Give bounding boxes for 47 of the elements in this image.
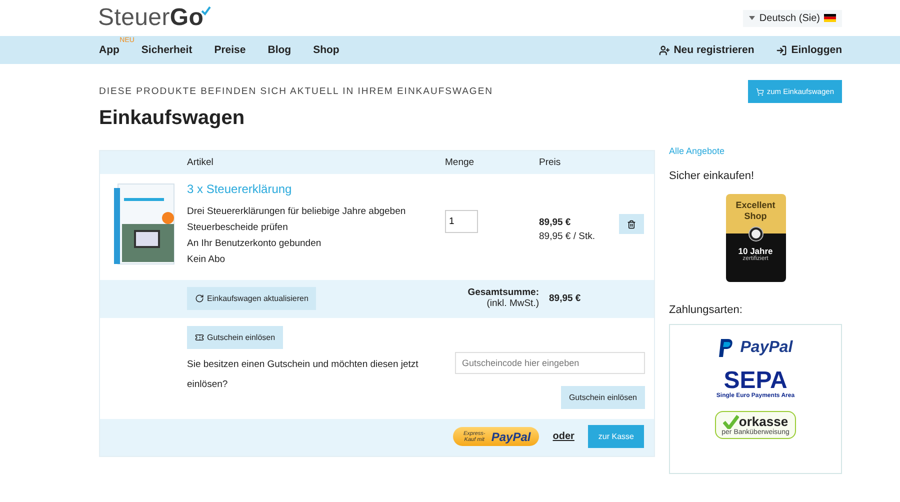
paypal-p-icon [718, 339, 734, 357]
column-header: Artikel [187, 157, 214, 168]
voucher-code-field[interactable]: Gutscheincode hier eingeben [455, 352, 645, 374]
flag-icon [824, 14, 836, 22]
quantity-field[interactable]: 1 [445, 210, 478, 233]
nav-link[interactable]: Einloggen [776, 44, 842, 56]
product-feature: An Ihr Benutzerkonto gebunden [187, 237, 322, 251]
refresh-icon [195, 294, 204, 303]
delete-button[interactable] [619, 214, 644, 234]
total-price: 89,95 € [549, 292, 581, 306]
payment-method-label: PayPal [740, 339, 793, 357]
nav-link[interactable]: Preise [214, 44, 246, 56]
column-header: Menge [445, 157, 474, 168]
unit-price: 89,95 € / Stk. [539, 230, 595, 244]
nav-link[interactable]: Sicherheit [141, 44, 192, 56]
login-icon [776, 44, 788, 56]
nav-link[interactable]: Blog [268, 44, 292, 56]
total-label: Gesamtsumme: [468, 287, 539, 298]
ticket-icon [195, 333, 204, 342]
tax-note: (inkl. MwSt.) [486, 298, 539, 309]
nav-link[interactable]: Shop [313, 44, 340, 56]
update-cart-button[interactable]: Einkaufswagen aktualisieren [187, 287, 316, 310]
secure-heading: Sicher einkaufen! [669, 170, 755, 182]
caret-icon [749, 16, 756, 20]
voucher-button[interactable]: Gutschein einlösen [187, 326, 284, 349]
payment-method-label: SEPA [724, 369, 788, 393]
checkmark-icon [200, 6, 211, 16]
cart-icon [756, 88, 764, 96]
payment-method-label: orkasse [738, 414, 788, 429]
product-feature: Steuerbescheide prüfen [187, 221, 288, 235]
column-header: Preis [539, 157, 561, 168]
nav-link[interactable]: App [99, 44, 120, 56]
trash-icon [627, 220, 636, 228]
item-price: 89,95 € [539, 216, 571, 230]
payment-heading: Zahlungsarten: [669, 304, 744, 316]
checkmark-icon [722, 415, 739, 429]
redeem-voucher-button[interactable]: Gutschein einlösen [560, 386, 645, 409]
user-plus-icon [658, 44, 670, 56]
nav-link[interactable]: Neu registrieren [658, 44, 754, 56]
product-feature: Drei Steuererklärungen für beliebige Jahre abgeben [187, 205, 406, 219]
page-subtitle: DIESE PRODUKTE BEFINDEN SICH AKTUELL IN IHREM EINKAUFSWAGEN [99, 86, 494, 97]
voucher-prompt: Sie besitzen einen Gutschein und möchten diesen jetzt einlösen? [187, 358, 420, 392]
language-selector[interactable]: Deutsch (Sie) [743, 10, 842, 26]
logo[interactable]: SteuerGo [98, 4, 211, 32]
page-title: Einkaufswagen [99, 107, 246, 130]
or-link[interactable]: oder [552, 431, 574, 442]
product-feature: Kein Abo [187, 253, 226, 267]
